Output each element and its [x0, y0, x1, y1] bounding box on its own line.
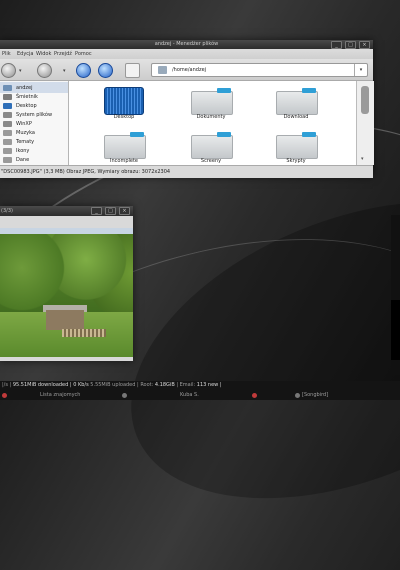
title-bar[interactable]: (3/3) _ □ ×	[0, 206, 133, 216]
window-title: andzej - Menedżer plików	[154, 41, 219, 47]
file-item[interactable]: Incomplete	[89, 127, 149, 167]
toolbar: ▾ ▾ /home/andzej ▾	[0, 59, 373, 81]
taskbar: |/s | 95.51MiB downloaded | 0 Kb/s 5.55M…	[0, 381, 400, 400]
file-name: Dokumenty	[196, 114, 226, 120]
file-item[interactable]: Skrypty	[261, 127, 321, 167]
folder-icon	[3, 157, 12, 163]
menu-view[interactable]: Widok	[36, 51, 51, 57]
forward-icon[interactable]	[37, 63, 52, 78]
file-item[interactable]: Dokumenty	[176, 83, 236, 123]
task-songbird[interactable]: [Songbird]	[302, 392, 328, 398]
app-icon[interactable]	[252, 393, 257, 398]
app-icon[interactable]	[295, 393, 300, 398]
side-panel	[391, 300, 400, 360]
image-viewer-window: (3/3) _ □ ×	[0, 206, 133, 361]
menu-bar: Plik Edycja Widok Przejdź Pomoc	[0, 49, 373, 59]
up-icon[interactable]	[76, 63, 91, 78]
folder-icon	[276, 88, 318, 115]
task-list: Lista znajomych Kuba S. [Songbird]	[0, 391, 400, 400]
maximize-button[interactable]: □	[105, 207, 116, 215]
photo	[0, 228, 133, 357]
file-name: Skrypty	[286, 158, 306, 164]
file-name: Desktop	[113, 114, 135, 120]
close-button[interactable]: ×	[359, 41, 370, 49]
file-name: Download	[283, 114, 309, 120]
menu-edit[interactable]: Edycja	[17, 51, 34, 57]
desktop-folder-icon	[104, 87, 144, 115]
location-path: /home/andzej	[172, 67, 207, 73]
file-manager-window: andzej - Menedżer plików _ □ × Plik Edyc…	[0, 40, 374, 178]
close-button[interactable]: ×	[119, 207, 130, 215]
system-stats: |/s | 95.51MiB downloaded | 0 Kb/s 5.55M…	[2, 382, 222, 388]
chevron-down-icon[interactable]: ▾	[63, 68, 66, 74]
app-icon[interactable]	[2, 393, 7, 398]
sidebar-item-label: Dane	[16, 157, 30, 163]
app-icon[interactable]	[122, 393, 127, 398]
chevron-down-icon[interactable]: ▾	[361, 156, 364, 162]
chevron-down-icon[interactable]: ▾	[19, 68, 22, 74]
menu-file[interactable]: Plik	[2, 51, 11, 57]
status-text: "DSC00983.JPG" (3,3 MB) Obraz JPEG, Wymi…	[1, 169, 171, 175]
file-name: Screeny	[200, 158, 222, 164]
folder-icon	[191, 88, 233, 115]
home-icon[interactable]	[125, 63, 140, 78]
task-chat[interactable]: Kuba S.	[180, 392, 199, 398]
folder-icon	[158, 66, 167, 74]
sidebar-item[interactable]: Dane	[0, 154, 68, 165]
title-bar[interactable]: andzej - Menedżer plików _ □ ×	[0, 40, 373, 49]
minimize-button[interactable]: _	[91, 207, 102, 215]
maximize-button[interactable]: □	[345, 41, 356, 49]
status-bar: "DSC00983.JPG" (3,3 MB) Obraz JPEG, Wymi…	[0, 165, 373, 178]
minimize-button[interactable]: _	[331, 41, 342, 49]
sidebar: andzej Śmietnik Desktop System plików WinXP M…	[0, 81, 69, 165]
folder-icon	[104, 132, 146, 159]
file-item[interactable]: Screeny	[176, 127, 236, 167]
menu-go[interactable]: Przejdź	[54, 51, 72, 57]
folder-icon	[276, 132, 318, 159]
scrollbar-thumb[interactable]	[361, 86, 369, 114]
window-title: (3/3)	[1, 208, 13, 214]
file-view: Desktop Dokumenty Download Incomplete Screen…	[69, 81, 356, 165]
folder-icon	[191, 132, 233, 159]
menu-help[interactable]: Pomoc	[75, 51, 92, 57]
reload-icon[interactable]	[98, 63, 113, 78]
back-icon[interactable]	[1, 63, 16, 78]
task-contacts[interactable]: Lista znajomych	[40, 392, 80, 398]
file-item[interactable]: Desktop	[89, 83, 149, 123]
file-item[interactable]: Download	[261, 83, 321, 123]
scrollbar[interactable]: ▾	[356, 81, 374, 165]
file-name: Incomplete	[110, 158, 138, 164]
chevron-down-icon[interactable]: ▾	[354, 64, 367, 76]
location-bar[interactable]: /home/andzej ▾	[151, 63, 368, 77]
